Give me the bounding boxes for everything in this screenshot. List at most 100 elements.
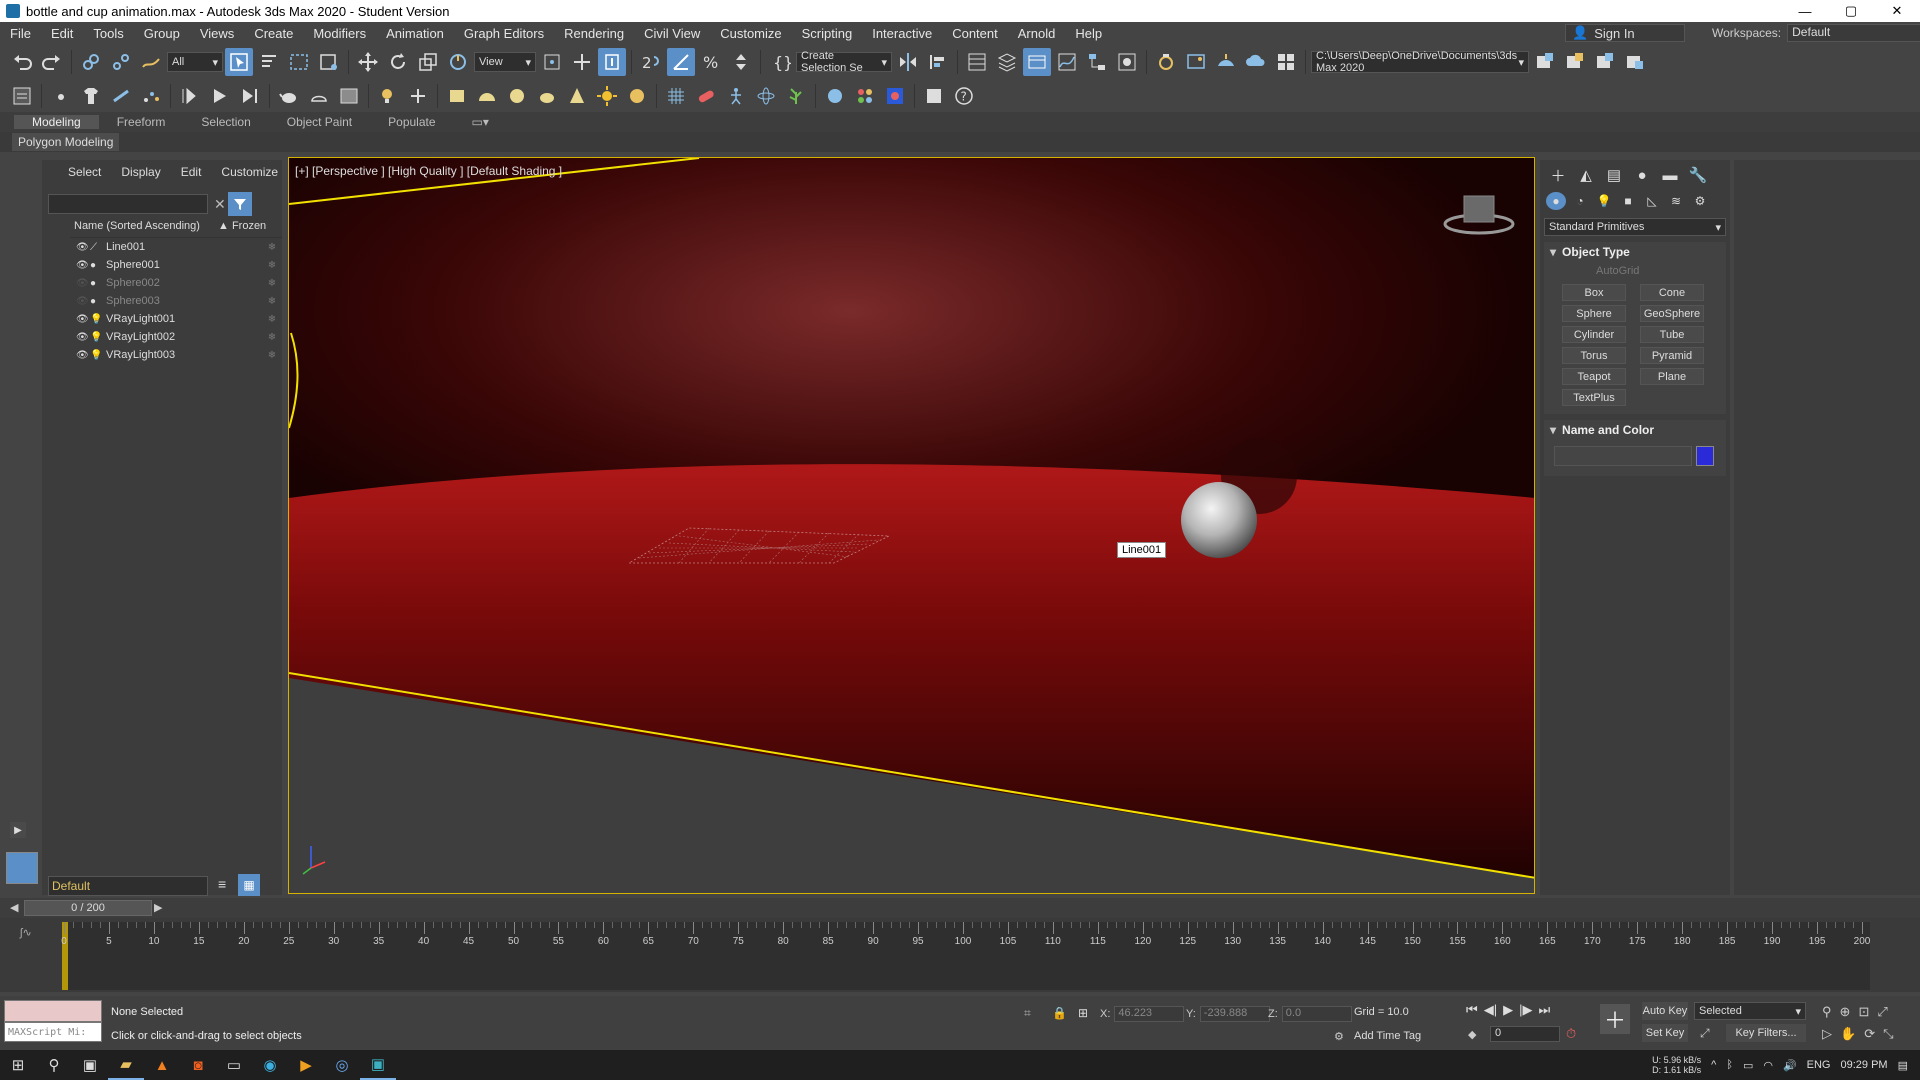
freeze-icon[interactable]: ❄ [262,242,282,253]
image-plane-icon[interactable] [335,82,363,110]
zoom-all-icon[interactable]: ⊕ [1840,1004,1851,1020]
menu-edit[interactable]: Edit [41,26,83,41]
sky-dome-icon[interactable] [623,82,651,110]
edit-named-selection-icon[interactable]: {} [766,48,794,76]
select-manipulate-icon[interactable] [568,48,596,76]
freeze-icon[interactable]: ❄ [262,296,282,307]
link-icon[interactable] [77,48,105,76]
task-view-icon[interactable]: ▣ [72,1050,108,1080]
a360-gallery-icon[interactable] [1272,48,1300,76]
current-frame-field[interactable]: 0 [1490,1026,1560,1042]
render-production-icon[interactable] [1212,48,1240,76]
time-configuration-icon[interactable]: ⏱ [1566,1026,1576,1042]
field-of-view-icon[interactable]: ▷ [1822,1026,1832,1042]
create-point-icon[interactable] [47,82,75,110]
project-folder-dropdown[interactable]: C:\Users\Deep\OneDrive\Documents\3ds Max… [1311,50,1529,74]
menu-file[interactable]: File [0,26,41,41]
hierarchy-tab-icon[interactable]: ▤ [1602,164,1626,186]
key-mode-toggle-icon[interactable]: ◆ [1468,1028,1476,1041]
lights-category-icon[interactable]: 💡 [1594,192,1614,210]
tab-populate[interactable]: Populate [370,115,453,129]
selection-filter-dropdown[interactable]: All ▾ [167,52,223,72]
freeze-icon[interactable]: ❄ [262,332,282,343]
layer-dropdown[interactable]: Default [48,876,208,896]
visibility-eye-icon[interactable]: 👁 [76,242,90,253]
go-to-end-icon[interactable] [236,82,264,110]
torus-button[interactable]: Torus [1562,347,1626,364]
named-selection-dropdown[interactable]: Create Selection Se ▾ [796,50,892,74]
key-filters-button[interactable]: Key Filters... [1726,1024,1806,1042]
menu-civil-view[interactable]: Civil View [634,26,710,41]
volume-icon[interactable]: 🔊 [1783,1059,1797,1072]
ribbon-options-icon[interactable]: ▭▾ [454,115,507,129]
previous-frame-icon[interactable]: ◀| [1484,1002,1497,1018]
spinner-snap-icon[interactable] [727,48,755,76]
pan-icon[interactable]: ✋ [1840,1026,1856,1042]
geometry-category-icon[interactable]: ● [1546,192,1566,210]
geosphere-button[interactable]: GeoSphere [1640,305,1704,322]
isolate-icon[interactable]: ⌗ [1024,1006,1031,1021]
key-mode-dropdown[interactable]: Selected ▾ [1694,1002,1806,1020]
spacewarps-category-icon[interactable]: ≋ [1666,192,1686,210]
visibility-eye-icon[interactable]: 👁 [76,296,90,307]
maximize-viewport-icon[interactable]: ⤡ [1883,1026,1893,1042]
menu-graph-editors[interactable]: Graph Editors [454,26,554,41]
sort-icon[interactable]: ▦ [238,874,260,896]
viewport-label[interactable]: [+] [Perspective ] [High Quality ] [Defa… [295,164,562,178]
app-circle-icon[interactable]: ◎ [324,1050,360,1080]
material-balls-icon[interactable] [851,82,879,110]
freeze-icon[interactable]: ❄ [262,260,282,271]
autogrid-checkbox[interactable]: AutoGrid [1544,262,1726,280]
time-tag-icon[interactable]: ⚙ [1334,1030,1344,1043]
toggle-scene-explorer-icon[interactable] [963,48,991,76]
list-item[interactable]: 👁 💡 VRayLight001 ❄ [70,310,282,328]
object-type-title[interactable]: Object Type [1544,242,1726,262]
column-frozen[interactable]: ▲ Frozen [218,220,282,237]
plane-button[interactable]: Plane [1640,368,1704,385]
shapes-category-icon[interactable]: ◔ [1570,192,1590,210]
pivot-center-icon[interactable] [538,48,566,76]
zoom-extents-all-icon[interactable]: ⤢ [1877,1004,1887,1020]
material-sphere-icon[interactable] [821,82,849,110]
move-icon[interactable] [354,48,382,76]
object-color-swatch[interactable] [1696,446,1714,466]
place-icon[interactable] [444,48,472,76]
wifi-icon[interactable]: ◠ [1763,1059,1773,1072]
expand-panel-icon[interactable]: ▶ [10,822,26,838]
column-name[interactable]: Name (Sorted Ascending) [70,220,218,237]
next-frame-icon[interactable]: |▶ [1519,1002,1532,1018]
lock-selection-icon[interactable]: 🔒 [1052,1006,1067,1020]
menu-tools[interactable]: Tools [83,26,133,41]
toggle-layer-explorer-icon[interactable] [993,48,1021,76]
snaps-toggle-icon[interactable]: 2 [637,48,665,76]
list-item[interactable]: 👁 ● Sphere002 ❄ [70,274,282,292]
angle-snap-icon[interactable] [667,48,695,76]
freeze-icon[interactable]: ❄ [262,278,282,289]
render-setup-icon[interactable] [1152,48,1180,76]
maximize-button[interactable]: ▢ [1828,0,1874,22]
file-explorer-icon[interactable]: ▰ [108,1050,144,1080]
vlc-icon[interactable]: ▲ [144,1050,180,1080]
rotate-icon[interactable] [384,48,412,76]
battery-icon[interactable]: ▭ [1743,1059,1753,1072]
window-crossing-icon[interactable] [315,48,343,76]
tab-selection[interactable]: Selection [183,115,268,129]
list-item[interactable]: 👁 💡 VRayLight002 ❄ [70,328,282,346]
freeze-icon[interactable]: ❄ [262,350,282,361]
auto-key-button[interactable]: Auto Key [1642,1002,1688,1020]
project-settings-icon[interactable] [1621,48,1649,76]
pyramid-button[interactable]: Pyramid [1640,347,1704,364]
app-orange-icon[interactable]: ◙ [180,1050,216,1080]
percent-snap-icon[interactable]: % [697,48,725,76]
time-slider-prev-icon[interactable]: ◀ [10,901,18,914]
display-tab-icon[interactable]: ▬ [1658,164,1682,186]
absolute-mode-icon[interactable]: ⊞ [1078,1006,1088,1020]
visibility-eye-icon[interactable]: 👁 [76,278,90,289]
menu-arnold[interactable]: Arnold [1008,26,1066,41]
menu-customize[interactable]: Customize [710,26,791,41]
box-button[interactable]: Box [1562,284,1626,301]
light-bulb-icon[interactable] [374,82,402,110]
sphere-object[interactable] [1181,482,1257,558]
list-item[interactable]: 👁 ● Sphere001 ❄ [70,256,282,274]
modify-tab-icon[interactable]: ◭ [1574,164,1598,186]
